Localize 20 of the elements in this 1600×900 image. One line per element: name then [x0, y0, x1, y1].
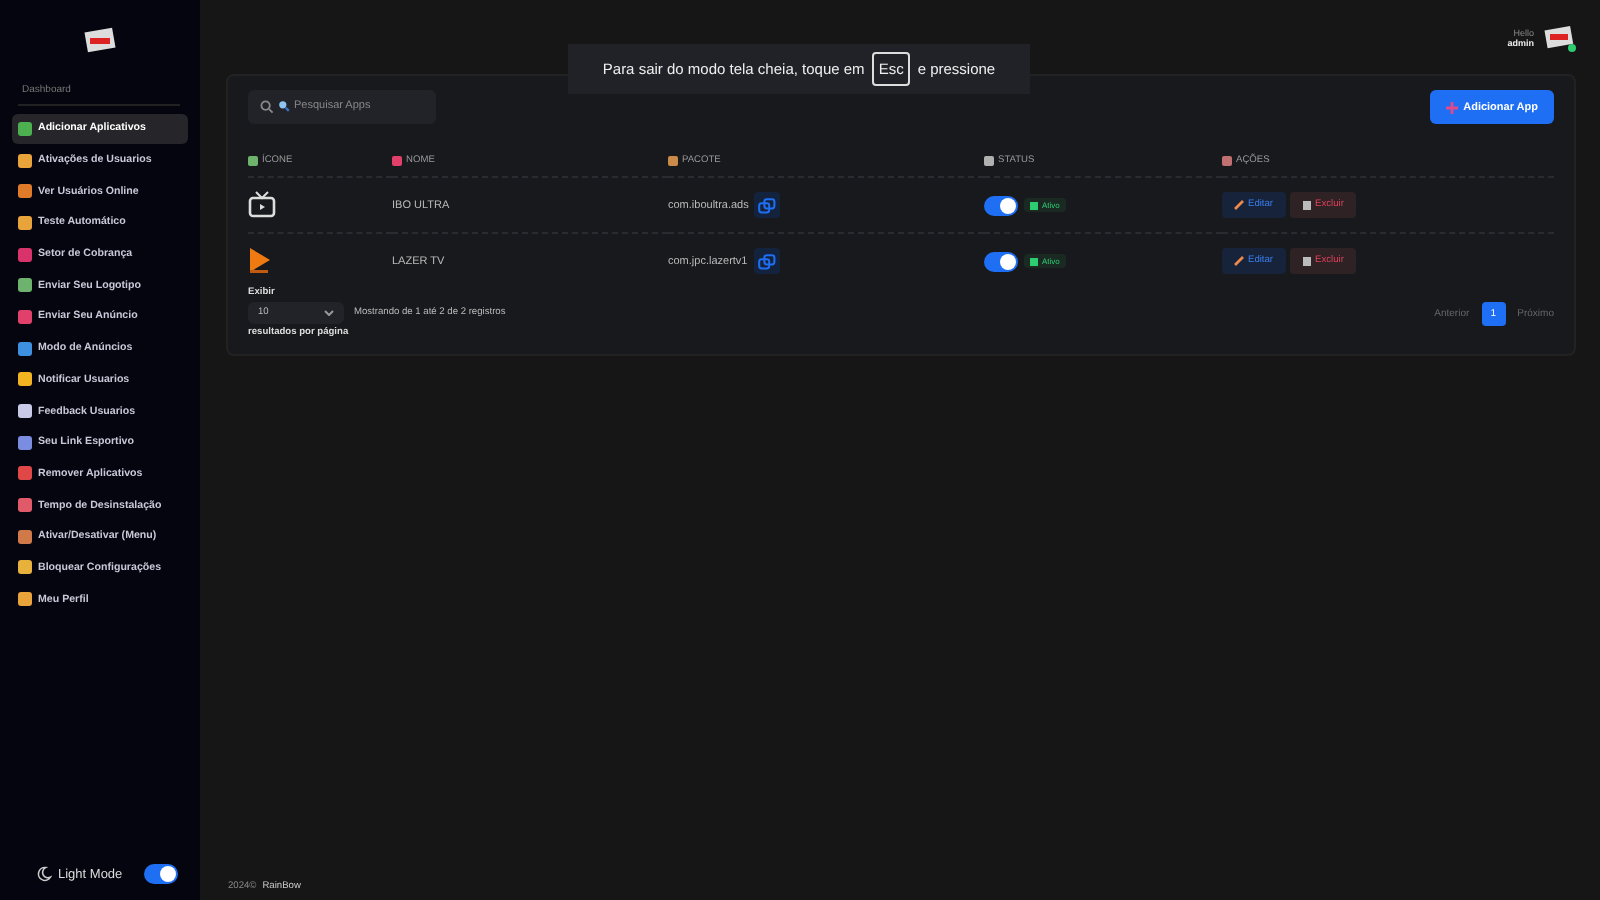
- tv-icon: [248, 189, 276, 217]
- trash-icon: [1301, 256, 1312, 266]
- chevron-icon: [324, 310, 334, 316]
- logo-icon: [84, 26, 116, 54]
- magnifier-icon: [278, 100, 290, 112]
- pencil-icon: [1234, 200, 1244, 210]
- play-logo-icon: [248, 245, 272, 273]
- plus-icon: [1445, 101, 1458, 113]
- status-toggle[interactable]: [984, 251, 1018, 271]
- status-toggle[interactable]: [984, 195, 1018, 215]
- pencil-icon: [1234, 256, 1244, 266]
- trash-icon: [1301, 200, 1312, 210]
- avatar-icon[interactable]: [1544, 23, 1576, 51]
- light-mode-toggle[interactable]: [144, 864, 179, 884]
- search-icon: [260, 99, 274, 113]
- copy-button[interactable]: [753, 248, 780, 274]
- copy-icon: [757, 253, 776, 269]
- copy-icon: [758, 197, 777, 213]
- copy-button[interactable]: [754, 192, 781, 218]
- moon-icon: [36, 866, 52, 882]
